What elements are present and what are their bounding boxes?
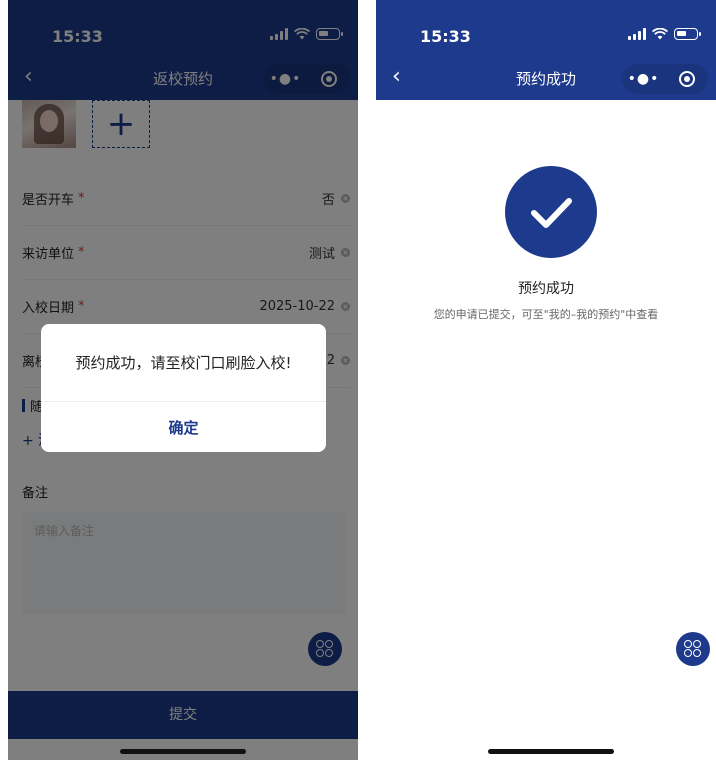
battery-icon	[674, 28, 701, 40]
left-phone-screen: 15:33 ‹ 返校预约 •●• + 是否开车 * 否 来访单位 * 测试	[8, 0, 358, 760]
status-time: 15:33	[420, 27, 471, 46]
checkmark-icon	[505, 166, 597, 258]
target-circle-icon	[678, 71, 695, 87]
success-description: 您的申请已提交，可至"我的–我的预约"中查看	[433, 308, 659, 321]
dialog-message: 预约成功，请至校门口刷脸入校!	[41, 324, 326, 402]
success-page: 预约成功 您的申请已提交，可至"我的–我的预约"中查看	[376, 100, 716, 760]
floating-menu-button[interactable]	[676, 632, 710, 666]
success-dialog: 预约成功，请至校门口刷脸入校! 确定	[41, 324, 326, 452]
mini-program-capsule: •●•	[622, 64, 708, 94]
wifi-icon	[652, 28, 668, 40]
dialog-confirm-button[interactable]: 确定	[41, 402, 326, 452]
status-icons	[628, 28, 701, 40]
more-dots-icon[interactable]: •●•	[622, 71, 665, 87]
signal-icon	[628, 28, 646, 40]
success-title: 预约成功	[518, 281, 574, 297]
clover-icon	[684, 640, 702, 658]
home-indicator	[120, 749, 246, 754]
home-indicator	[488, 749, 614, 754]
nav-bar: ‹ 预约成功 •●•	[376, 56, 716, 100]
close-target-button[interactable]	[665, 71, 708, 87]
right-phone-screen: 15:33 ‹ 预约成功 •●• 预约成功 您的申请已提交，可至"我的–我的预约…	[376, 0, 716, 760]
status-bar: 15:33	[376, 0, 716, 64]
